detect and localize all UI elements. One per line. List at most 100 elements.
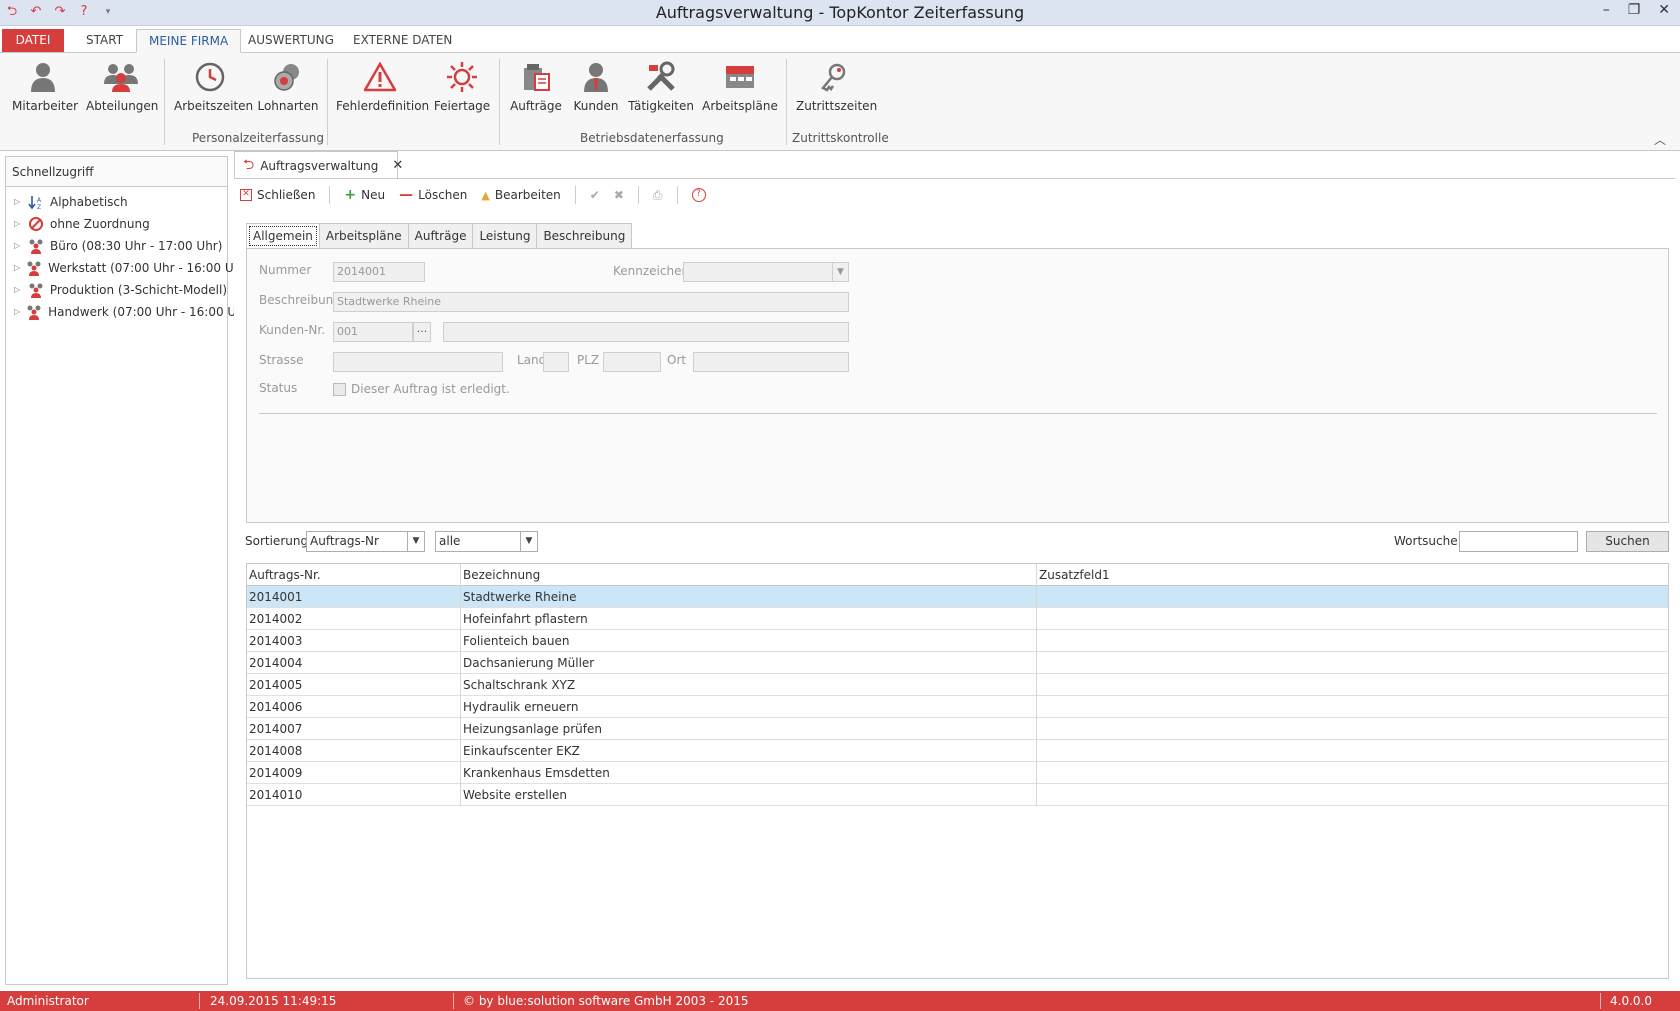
table-row[interactable]: 2014007 Heizungsanlage prüfen	[247, 718, 1668, 740]
expand-icon[interactable]: ▷	[14, 279, 22, 301]
sort-select[interactable]: Auftrags-Nr ▼	[306, 531, 425, 552]
detail-tabs: Allgemein Arbeitspläne Aufträge Leistung…	[246, 223, 633, 249]
ribbon-button-lohnarten[interactable]: Lohnarten	[254, 59, 322, 113]
table-row[interactable]: 2014003 Folienteich bauen	[247, 630, 1668, 652]
table-cell: Stadtwerke Rheine	[461, 586, 1037, 608]
tab-beschreibung[interactable]: Beschreibung	[536, 223, 633, 249]
tab-datei[interactable]: DATEI	[2, 29, 64, 52]
record-toolbar: ✕ Schließen + Neu — Löschen ▲ Bearbeiten…	[240, 183, 706, 207]
ribbon-group-zutrittskontrolle: Zutrittskontrolle	[792, 131, 889, 145]
close-tab-icon[interactable]: ✕	[392, 158, 403, 173]
sidebar-header: Schnellzugriff	[6, 157, 227, 187]
cancel-button[interactable]: ✖	[614, 188, 624, 202]
table-cell	[1037, 608, 1668, 630]
ort-field[interactable]	[693, 352, 849, 372]
ribbon-button-abteilungen[interactable]: Abteilungen	[86, 59, 158, 113]
tab-start[interactable]: START	[74, 29, 135, 53]
help-button[interactable]: ?	[691, 188, 706, 202]
table-cell: Hofeinfahrt pflastern	[461, 608, 1037, 630]
nummer-field[interactable]: 2014001	[333, 262, 425, 282]
tab-externe-daten[interactable]: EXTERNE DATEN	[341, 29, 464, 53]
table-row[interactable]: 2014010 Website erstellen	[247, 784, 1668, 806]
table-row[interactable]: 2014009 Krankenhaus Emsdetten	[247, 762, 1668, 784]
close-window-icon[interactable]: ✕	[1658, 2, 1670, 18]
ribbon-button-feiertage[interactable]: Feiertage	[432, 59, 492, 113]
status-separator	[199, 993, 200, 1009]
delete-button[interactable]: — Löschen	[399, 187, 467, 203]
kunden-name-field[interactable]	[443, 322, 849, 342]
restore-icon[interactable]: ❐	[1628, 2, 1641, 18]
table-row[interactable]: 2014001 Stadtwerke Rheine	[247, 586, 1668, 608]
edit-button[interactable]: ▲ Bearbeiten	[481, 188, 560, 202]
group-icon	[28, 238, 44, 254]
strasse-field[interactable]	[333, 352, 503, 372]
expand-icon[interactable]: ▷	[14, 213, 22, 235]
ribbon-button-mitarbeiter[interactable]: Mitarbeiter	[12, 59, 78, 113]
app-logo-icon: ⮌	[243, 156, 255, 173]
ribbon-button-arbeitszeiten[interactable]: Arbeitszeiten	[174, 59, 253, 113]
toolbar-separator	[676, 186, 678, 204]
strasse-label: Strasse	[259, 353, 304, 367]
beschreibung-label: Beschreibung	[259, 293, 341, 307]
column-header-zusatzfeld1[interactable]: Zusatzfeld1	[1037, 564, 1668, 586]
kennzeichen-select[interactable]: ▼	[683, 262, 849, 282]
sidebar-item-buero[interactable]: ▷ Büro (08:30 Uhr - 17:00 Uhr)	[6, 235, 227, 257]
table-row[interactable]: 2014002 Hofeinfahrt pflastern	[247, 608, 1668, 630]
tab-meine-firma[interactable]: MEINE FIRMA	[136, 29, 242, 53]
sidebar-item-ohne-zuordnung[interactable]: ▷ ohne Zuordnung	[6, 213, 227, 235]
sidebar-item-alphabetisch[interactable]: ▷ AZ Alphabetisch	[6, 191, 227, 213]
plz-field[interactable]	[603, 352, 661, 372]
sidebar-item-werkstatt[interactable]: ▷ Werkstatt (07:00 Uhr - 16:00 Uhr)	[6, 257, 251, 279]
ribbon-button-fehlerdefinition[interactable]: Fehlerdefinition	[336, 59, 429, 113]
tab-arbeitsplaene[interactable]: Arbeitspläne	[318, 223, 409, 249]
status-separator	[1600, 993, 1601, 1009]
minus-icon: —	[399, 187, 414, 203]
group-icon	[103, 59, 139, 95]
beschreibung-field[interactable]: Stadtwerke Rheine	[333, 292, 849, 312]
table-row[interactable]: 2014006 Hydraulik erneuern	[247, 696, 1668, 718]
kunden-browse-button[interactable]: ···	[413, 322, 431, 342]
save-button[interactable]: ✔	[590, 188, 600, 202]
document-tab-auftragsverwaltung[interactable]: ⮌ Auftragsverwaltung ✕	[234, 151, 403, 179]
table-cell: Krankenhaus Emsdetten	[461, 762, 1037, 784]
table-row[interactable]: 2014004 Dachsanierung Müller	[247, 652, 1668, 674]
ribbon-button-kunden[interactable]: Kunden	[570, 59, 622, 113]
filter-select[interactable]: alle ▼	[435, 531, 538, 552]
tab-auswertung[interactable]: AUSWERTUNG	[236, 29, 346, 53]
status-checkbox[interactable]	[333, 383, 346, 396]
ribbon-collapse-icon[interactable]: ︿	[1654, 131, 1666, 148]
toolbar-separator	[329, 186, 331, 204]
sidebar-item-produktion[interactable]: ▷ Produktion (3-Schicht-Modell)	[6, 279, 227, 301]
table-row[interactable]: 2014005 Schaltschrank XYZ	[247, 674, 1668, 696]
close-button[interactable]: ✕ Schließen	[240, 188, 315, 202]
expand-icon[interactable]: ▷	[14, 301, 20, 323]
expand-icon[interactable]: ▷	[14, 235, 22, 257]
tab-auftraege[interactable]: Aufträge	[407, 223, 474, 249]
tab-leistung[interactable]: Leistung	[472, 223, 538, 249]
table-row[interactable]: 2014008 Einkaufscenter EKZ	[247, 740, 1668, 762]
print-button[interactable]: ⎙	[653, 188, 663, 203]
customer-icon	[578, 59, 614, 95]
new-button[interactable]: + Neu	[344, 187, 385, 203]
ribbon-button-taetigkeiten[interactable]: Tätigkeiten	[628, 59, 694, 113]
minimize-icon[interactable]: –	[1603, 2, 1610, 18]
column-header-bezeichnung[interactable]: Bezeichnung	[461, 564, 1037, 586]
table-cell: 2014007	[247, 718, 461, 740]
table-cell	[1037, 696, 1668, 718]
column-header-auftrags-nr[interactable]: Auftrags-Nr.	[247, 564, 461, 586]
ribbon-separator	[164, 59, 165, 145]
kunden-nr-field[interactable]: 001	[333, 322, 413, 342]
land-field[interactable]	[543, 352, 569, 372]
expand-icon[interactable]: ▷	[14, 257, 20, 279]
search-input[interactable]	[1459, 531, 1578, 552]
tab-allgemein[interactable]: Allgemein	[246, 223, 320, 249]
close-box-icon: ✕	[240, 189, 252, 201]
expand-icon[interactable]: ▷	[14, 191, 22, 213]
general-form: Nummer 2014001 Kennzeichen ▼ Beschreibun…	[246, 248, 1669, 523]
ribbon-button-arbeitsplaene[interactable]: Arbeitspläne	[700, 59, 780, 113]
printer-icon: ⎙	[652, 187, 663, 202]
search-button[interactable]: Suchen	[1586, 531, 1669, 552]
sidebar-item-handwerk[interactable]: ▷ Handwerk (07:00 Uhr - 16:00 Uhr)	[6, 301, 253, 323]
ribbon-button-zutrittszeiten[interactable]: Zutrittszeiten	[796, 59, 877, 113]
ribbon-button-auftraege[interactable]: Aufträge	[508, 59, 564, 113]
